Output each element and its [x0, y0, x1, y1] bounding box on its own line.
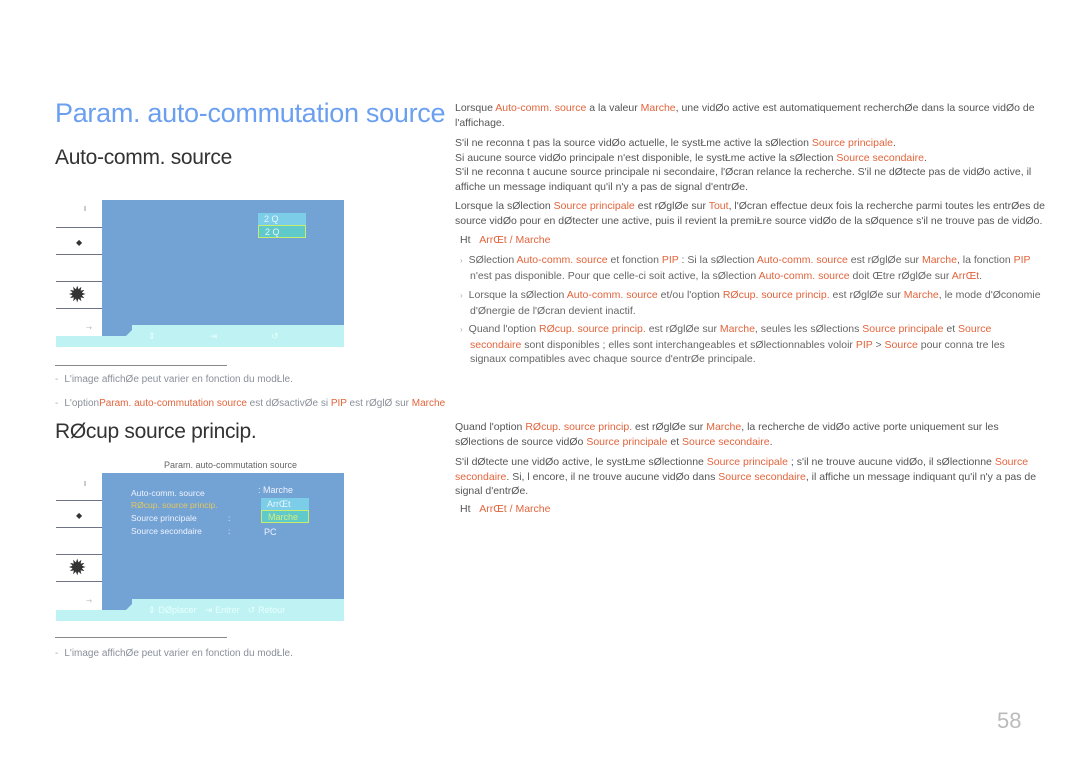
- enter-icon: ⇥: [209, 331, 218, 341]
- text-segment: pour conna tre les: [917, 338, 1005, 351]
- picture-icon: [84, 206, 86, 211]
- osd-caption: Param. auto-commutation source: [164, 460, 298, 470]
- bullet-3: › Quand l'option RØcup. source princip. e…: [460, 323, 1005, 365]
- osd-sidebar: ◆ ✹ ⇾: [56, 200, 102, 347]
- highlighted-term: ArrŒt: [951, 269, 980, 282]
- text-segment: signaux compatibles avec chaque source d…: [470, 353, 756, 365]
- text-segment: est rØglØe sur: [829, 289, 904, 301]
- option-values-1: Ht ArrŒt / Marche: [460, 234, 551, 246]
- paragraph-4: Quand l'option RØcup. source princip. es…: [455, 421, 999, 448]
- osd-return-button[interactable]: ↺ Retour: [248, 605, 286, 616]
- move-icon: ⇕: [148, 331, 156, 341]
- divider: [55, 365, 227, 366]
- osd-move-button[interactable]: ⇕ DØplacer: [148, 605, 197, 616]
- osd-enter-button[interactable]: ⇥ Entrer: [205, 605, 240, 616]
- menu-value-auto-comm: : Marche: [258, 485, 294, 495]
- highlighted-term: PIP: [855, 338, 873, 351]
- sound-icon: ◆: [76, 511, 83, 520]
- menu-item-recup[interactable]: RØcup. source princip.: [131, 500, 217, 510]
- menu-item-auto-comm[interactable]: Auto-comm. source: [131, 488, 205, 498]
- menu-sep: :: [228, 526, 231, 536]
- highlighted-term: PIP: [1013, 254, 1031, 266]
- note: - L'image affichØe peut varier en fonctio…: [55, 648, 293, 659]
- text-segment: , le mode d'Øconomie: [938, 289, 1041, 301]
- picture-icon: [84, 481, 86, 486]
- highlighted-term: PIP: [661, 254, 679, 266]
- highlighted-term: Auto-comm. source: [756, 254, 848, 266]
- option-values-2: Ht ArrŒt / Marche: [460, 503, 551, 515]
- highlighted-term: Marche: [903, 289, 939, 301]
- gear-icon: ✹: [68, 555, 87, 580]
- text-segment: Quand l'option: [468, 323, 539, 335]
- info-icon: ⇾: [86, 325, 92, 332]
- osd-screenshot-auto-comm: ◆ ✹ ⇾ 2 Q 2 Q ⇕ ⇥ ↺: [56, 200, 344, 347]
- osd-panel: [102, 200, 344, 336]
- page-title: Param. auto-commutation source: [55, 98, 446, 128]
- osd-sidebar: ◆ ✹ ⇾: [56, 473, 102, 621]
- highlighted-term: Auto-comm. source: [516, 254, 608, 266]
- highlighted-term: Auto-comm. source: [566, 289, 658, 301]
- paragraph-2: S'il ne reconna t pas la source vidØo ac…: [455, 137, 1032, 193]
- text-segment: est rØglØe sur: [645, 323, 720, 335]
- highlighted-term: Source principale: [862, 323, 944, 335]
- text-segment: , la fonction: [956, 254, 1014, 266]
- paragraph-5: S'il dØtecte une vidØo active, le systŁm…: [455, 456, 1037, 497]
- highlighted-term: secondaire: [470, 338, 522, 351]
- sound-icon: ◆: [76, 238, 83, 247]
- highlighted-term: Auto-comm. source: [758, 269, 850, 282]
- section-heading-auto-comm: Auto-comm. source: [55, 146, 232, 169]
- section-heading-recup: RØcup source princip.: [55, 420, 257, 443]
- bullet-1: › SØlection Auto-comm. source et fonction…: [460, 254, 1031, 282]
- menu-item-source-principale[interactable]: Source principale: [131, 513, 197, 523]
- paragraph-3: Lorsque la sØlection Source principale e…: [455, 200, 1045, 227]
- text-segment: SØlection: [468, 254, 517, 266]
- menu-item-source-secondaire[interactable]: Source secondaire: [131, 526, 202, 536]
- text-segment: doit Œtre rØglØe sur: [849, 269, 952, 282]
- text-segment: et: [943, 323, 959, 335]
- highlighted-term: Marche: [719, 323, 755, 335]
- return-icon: ↺: [271, 331, 279, 341]
- text-segment: Lorsque la sØlection: [468, 289, 567, 301]
- move-icon: ⇕: [148, 605, 156, 615]
- gear-icon: ✹: [68, 282, 87, 307]
- menu-value-source-secondaire: PC: [264, 527, 277, 537]
- divider: [55, 637, 227, 638]
- highlighted-term: RØcup. source princip.: [722, 289, 830, 301]
- highlighted-term: Source: [884, 338, 918, 351]
- text-segment: et/ou l'option: [657, 289, 723, 301]
- highlighted-term: Source: [958, 323, 992, 335]
- text-segment: sont disponibles ; elles sont interchang…: [521, 338, 856, 351]
- note-pip: - L'optionParam. auto-commutation source …: [55, 398, 446, 409]
- text-segment: et fonction: [607, 254, 662, 266]
- enter-icon: ⇥: [204, 605, 213, 615]
- return-icon: ↺: [247, 605, 256, 615]
- menu-sep: :: [228, 513, 231, 523]
- info-icon: ⇾: [86, 598, 92, 605]
- osd-option-marche-selected[interactable]: Marche: [261, 510, 309, 523]
- text-segment: n'est pas disponible. Pour que celle-ci …: [470, 269, 759, 282]
- highlighted-term: Marche: [921, 254, 957, 266]
- osd-screenshot-recup: ◆ ✹ ⇾ Auto-comm. source : Marche RØcup. …: [56, 473, 344, 621]
- text-segment: d'Ønergie de l'Øcran devient inactif.: [470, 304, 636, 317]
- text-segment: : Si la sØlection: [678, 254, 757, 266]
- osd-option-selected[interactable]: 2 Q: [258, 225, 306, 238]
- text-segment: est rØglØe sur: [847, 254, 922, 266]
- bullet-2: › Lorsque la sØlection Auto-comm. source …: [460, 289, 1041, 317]
- note: - L'image affichØe peut varier en fonctio…: [55, 374, 293, 385]
- page-number: 58: [997, 708, 1022, 733]
- text-segment: .: [979, 269, 983, 282]
- text-segment: , seules les sØlections: [754, 323, 863, 335]
- paragraph-1: Lorsque Auto-comm. source a la valeur Ma…: [455, 102, 1035, 129]
- text-segment: >: [872, 338, 885, 351]
- highlighted-term: RØcup. source princip.: [538, 323, 646, 335]
